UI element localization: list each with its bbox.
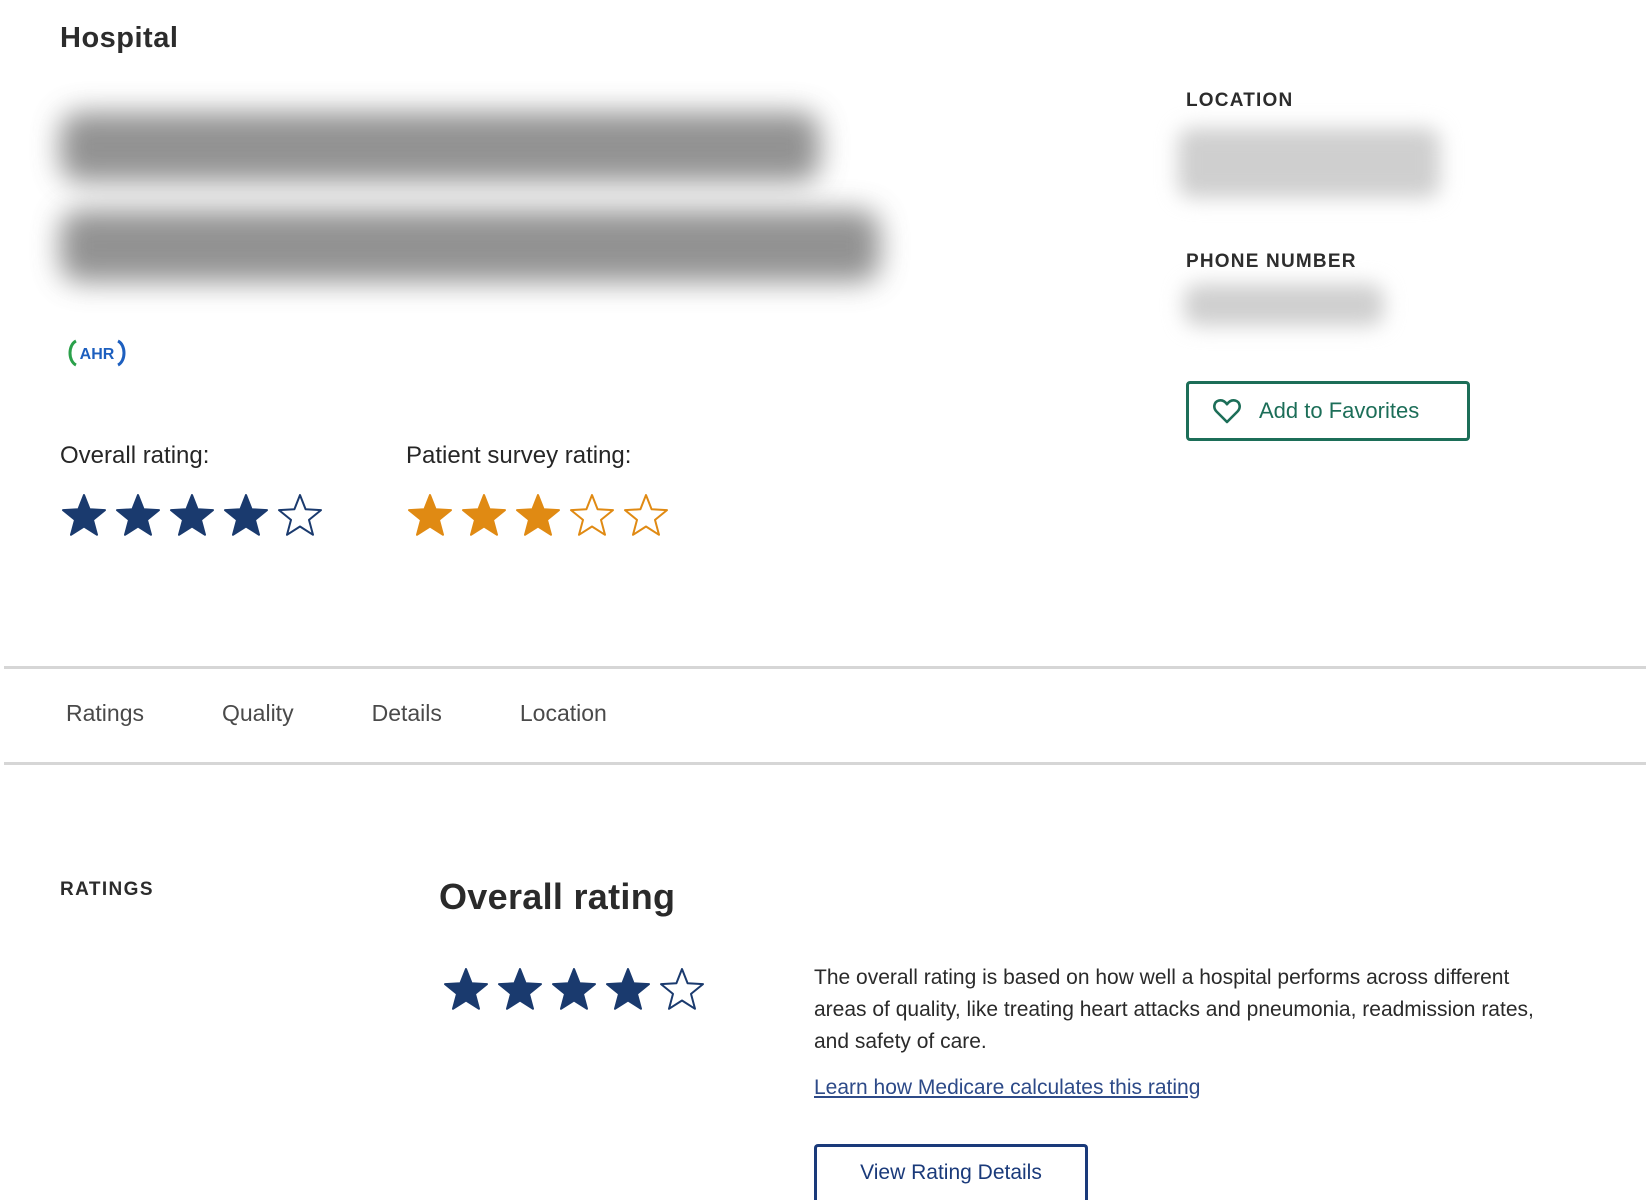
svg-text:AHR: AHR bbox=[80, 346, 115, 363]
patient-survey-rating-stars bbox=[406, 492, 670, 540]
overall-rating-summary: Overall rating: bbox=[60, 442, 324, 540]
star-empty-icon bbox=[570, 494, 614, 536]
star-filled-icon bbox=[462, 494, 506, 536]
category-label: Hospital bbox=[60, 22, 179, 54]
section-tabs: Ratings Quality Details Location bbox=[66, 700, 685, 727]
star-filled-icon bbox=[408, 494, 452, 536]
overall-rating-title: Overall rating bbox=[439, 876, 676, 917]
hospital-name-redacted bbox=[30, 82, 920, 307]
star-filled-icon bbox=[516, 494, 560, 536]
overall-rating-stars bbox=[60, 492, 324, 540]
heart-icon bbox=[1213, 399, 1241, 424]
overall-rating-detail-stars bbox=[442, 966, 706, 1014]
star-filled-icon bbox=[62, 494, 106, 536]
tab-location[interactable]: Location bbox=[520, 700, 607, 727]
star-filled-icon bbox=[116, 494, 160, 536]
overall-rating-label: Overall rating: bbox=[60, 442, 210, 469]
star-filled-icon bbox=[444, 968, 488, 1010]
tab-ratings[interactable]: Ratings bbox=[66, 700, 144, 727]
tab-quality[interactable]: Quality bbox=[222, 700, 294, 727]
patient-survey-rating-label: Patient survey rating: bbox=[406, 442, 632, 469]
patient-survey-rating-summary: Patient survey rating: bbox=[406, 442, 670, 540]
star-filled-icon bbox=[170, 494, 214, 536]
ratings-section-label: RATINGS bbox=[60, 879, 154, 900]
star-filled-icon bbox=[498, 968, 542, 1010]
star-empty-icon bbox=[660, 968, 704, 1010]
view-rating-details-button[interactable]: View Rating Details bbox=[814, 1144, 1088, 1200]
star-filled-icon bbox=[606, 968, 650, 1010]
location-label: LOCATION bbox=[1186, 90, 1294, 111]
learn-how-medicare-calculates-link[interactable]: Learn how Medicare calculates this ratin… bbox=[814, 1076, 1200, 1100]
add-to-favorites-button[interactable]: Add to Favorites bbox=[1186, 381, 1470, 441]
tabs-top-divider bbox=[4, 666, 1646, 669]
tab-details[interactable]: Details bbox=[372, 700, 442, 727]
star-filled-icon bbox=[224, 494, 268, 536]
star-filled-icon bbox=[552, 968, 596, 1010]
ahr-logo: AHR bbox=[68, 339, 126, 367]
star-empty-icon bbox=[624, 494, 668, 536]
overall-rating-description: The overall rating is based on how well … bbox=[814, 966, 1534, 1053]
location-redacted bbox=[1178, 128, 1440, 198]
phone-number-redacted bbox=[1184, 284, 1384, 326]
add-to-favorites-label: Add to Favorites bbox=[1259, 398, 1420, 423]
phone-number-label: PHONE NUMBER bbox=[1186, 251, 1357, 272]
star-empty-icon bbox=[278, 494, 322, 536]
tabs-bottom-divider bbox=[4, 762, 1646, 765]
